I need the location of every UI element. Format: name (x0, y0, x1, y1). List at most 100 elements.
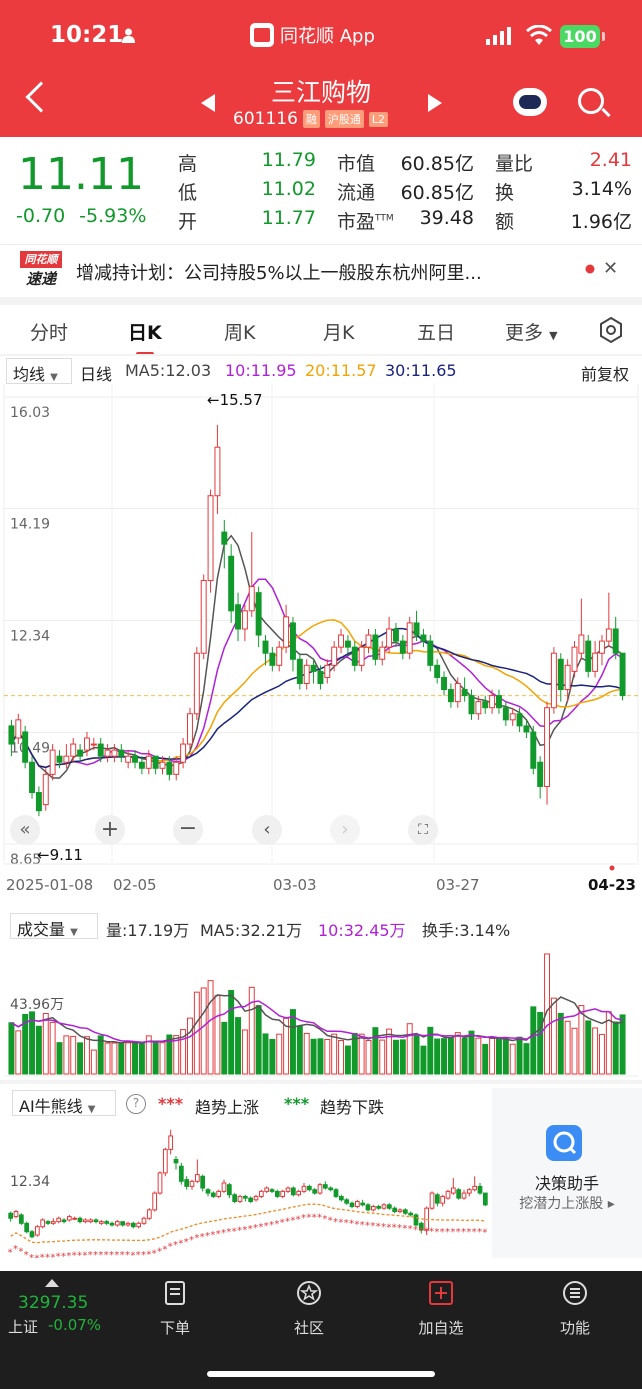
volume-bar (289, 1009, 296, 1075)
candle (289, 616, 296, 672)
ai-candle-body (189, 1180, 195, 1187)
candle-body (544, 707, 551, 787)
ai-trend-marker: * (162, 1244, 167, 1255)
zoom-out-icon[interactable]: − (173, 815, 203, 845)
candle-body (324, 664, 331, 678)
expand-up-icon[interactable] (45, 1279, 59, 1287)
ai-trend-marker: * (397, 1223, 402, 1234)
ai-candle-body (434, 1194, 440, 1204)
candle-body (386, 628, 393, 648)
ai-candle (173, 1156, 179, 1170)
candle-body (537, 761, 544, 787)
help-icon[interactable]: ? (126, 1094, 146, 1114)
ai-candle (301, 1182, 307, 1194)
indicator-selector[interactable]: 均线 ▼ (6, 358, 72, 384)
kline-chart[interactable]: 16.0314.1912.3410.498.65 ←15.57 ←9.11 20… (0, 384, 642, 894)
ai-trend-marker: * (456, 1227, 461, 1238)
scroll-left-icon[interactable]: ‹ (252, 815, 282, 845)
tab-more[interactable]: 更多 ▼ (505, 318, 558, 345)
candle (262, 635, 269, 666)
ai-candle (205, 1188, 211, 1197)
volume-selector[interactable]: 成交量 ▼ (10, 913, 98, 939)
scroll-right-icon[interactable]: › (330, 815, 360, 845)
ai-candle-body (472, 1185, 478, 1191)
candle (598, 635, 605, 666)
tab-monthly-k[interactable]: 月K (323, 318, 354, 345)
ai-trend-marker: * (264, 1221, 269, 1232)
candle-body (29, 761, 36, 794)
ai-trend-lines: * * * * * * * * * * * * * * * * * * * * * * * * * * * * * * * * * * * * * * * *… (8, 1203, 487, 1258)
ai-candle-body (392, 1207, 398, 1213)
assistant-subtitle: 挖潜力上涨股 ▸ (519, 1196, 615, 1212)
assistant-icon (546, 1125, 582, 1161)
tab-five-day[interactable]: 五日 (417, 318, 455, 345)
ai-trend-marker: * (216, 1229, 221, 1240)
ma20-value: 20:11.57 (305, 361, 377, 380)
tab-weekly-k[interactable]: 周K (224, 318, 255, 345)
ai-candle (88, 1218, 94, 1224)
candle-body (502, 707, 509, 721)
candle (56, 750, 63, 769)
candle-body (173, 761, 180, 775)
nav-add-watchlist[interactable]: 加自选 (406, 1279, 476, 1338)
candle-body (83, 737, 90, 751)
search-icon[interactable] (578, 88, 604, 114)
app-header: 10:21 同花顺 App 100 三江购物 601116 融 沪股通 L2 (0, 0, 642, 137)
candle (221, 519, 228, 569)
ai-candle (82, 1218, 88, 1224)
app-logo-icon (250, 23, 274, 47)
candle-body (248, 586, 255, 612)
assistant-panel[interactable]: 决策助手 挖潜力上涨股 ▸ (492, 1088, 642, 1258)
ai-selector[interactable]: AI牛熊线 ▼ (12, 1090, 116, 1116)
index-value[interactable]: 3297.35 (18, 1293, 88, 1313)
adjust-mode[interactable]: 前复权 (581, 361, 629, 385)
ai-candle (18, 1213, 24, 1225)
index-change: -0.07% (48, 1316, 102, 1334)
close-icon[interactable]: ✕ (603, 258, 618, 279)
volume-bar (612, 1021, 619, 1075)
zoom-in-icon[interactable]: + (95, 815, 125, 845)
nav-community[interactable]: 社区 (274, 1279, 344, 1338)
ai-trend-marker: * (482, 1228, 487, 1239)
candle-body (468, 695, 475, 715)
volume-bar (571, 1027, 578, 1075)
market-cap-label: 市值 (337, 153, 376, 175)
ai-trend-marker: * (338, 1217, 343, 1228)
ai-candle (157, 1171, 163, 1195)
ai-candle (45, 1219, 51, 1225)
tab-daily-k[interactable]: 日K (128, 318, 162, 345)
ai-candle-body (285, 1187, 291, 1192)
nav-functions[interactable]: 功能 (540, 1279, 610, 1338)
ai-trend-marker: * (237, 1226, 242, 1237)
candle-body (420, 634, 427, 642)
candle-body (338, 634, 345, 648)
candle (111, 744, 118, 763)
ai-candle (226, 1182, 232, 1199)
candle-body (180, 743, 187, 763)
volume-bar (262, 1033, 269, 1075)
ai-candle (34, 1224, 40, 1237)
candle-body (159, 761, 166, 769)
tab-intraday[interactable]: 分时 (30, 318, 68, 345)
ai-trend-marker: * (285, 1217, 290, 1228)
candle (338, 628, 345, 654)
rewind-icon[interactable]: « (10, 815, 40, 845)
ai-axis-label: 12.34 (10, 1174, 50, 1190)
ai-trend-marker: * (40, 1253, 45, 1258)
candle-body (585, 640, 592, 672)
ai-candle-body (72, 1217, 78, 1220)
nav-order[interactable]: 下单 (140, 1279, 210, 1338)
news-text[interactable]: 增减持计划：公司持股5%以上一般股东杭州阿里... (76, 259, 566, 285)
news-banner[interactable]: 同花顺 速递 增减持计划：公司持股5%以上一般股东杭州阿里... (0, 244, 642, 296)
next-stock-icon[interactable] (428, 94, 442, 112)
fullscreen-icon[interactable]: ⛶ (408, 815, 438, 845)
ai-trend-marker: * (61, 1252, 66, 1258)
robot-assistant-icon[interactable] (513, 88, 547, 116)
ai-candle-body (125, 1222, 131, 1226)
ai-trend-marker: * (18, 1247, 23, 1258)
volume-bar (413, 1034, 420, 1075)
settings-gear-icon[interactable] (597, 316, 625, 344)
ai-candle-body (466, 1189, 472, 1194)
ai-candle-body (344, 1199, 350, 1204)
prev-stock-icon[interactable] (201, 94, 215, 112)
